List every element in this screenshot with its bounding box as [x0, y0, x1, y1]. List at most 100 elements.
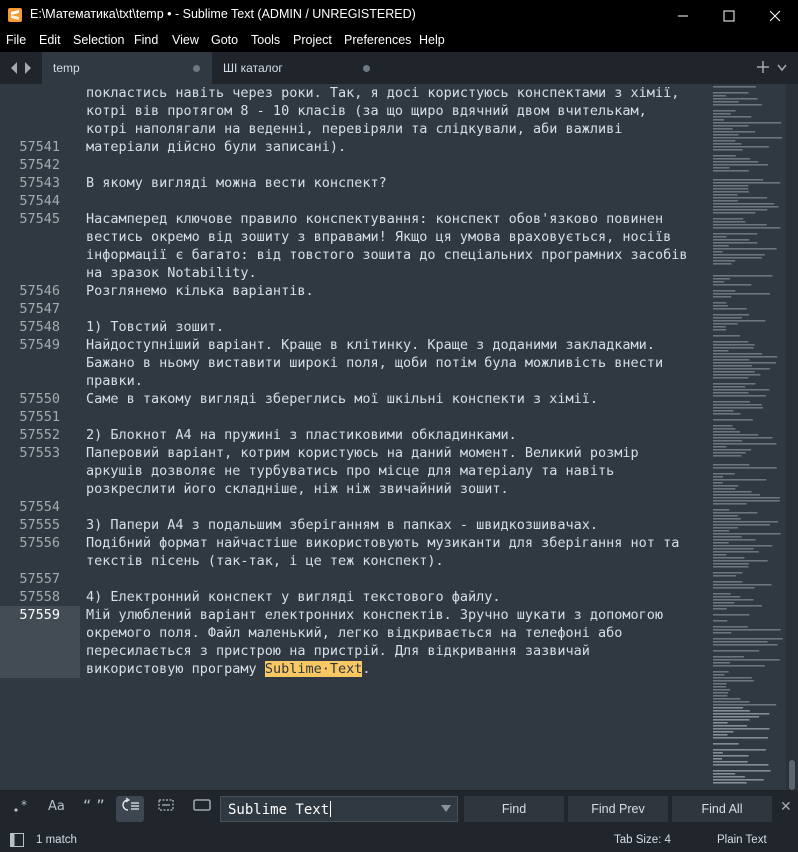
menu-file[interactable]: File: [6, 33, 26, 47]
minimap-line: [713, 377, 749, 379]
minimap-line: [713, 236, 727, 238]
minimap-line: [713, 521, 779, 523]
code-line-text: В якому вигляді можна вести конспект?: [86, 175, 387, 191]
line-number: 57554: [19, 499, 60, 515]
highlight-matches-toggle[interactable]: [188, 796, 216, 822]
tab-shi-katalog[interactable]: ШІ каталог: [212, 52, 382, 84]
code-line-text: покластись навіть через роки. Так, я дос…: [86, 85, 680, 101]
code-line: використовую програму Sublime·Text.: [86, 661, 371, 677]
case-sensitive-toggle[interactable]: Aa: [44, 796, 72, 822]
tab-list-chevron-icon[interactable]: [777, 64, 787, 72]
minimap-line: [713, 113, 731, 115]
code-line: текстів пісень (так-так, і це теж конспе…: [86, 553, 444, 569]
minimap-line: [713, 404, 762, 406]
minimap-line: [713, 518, 741, 520]
minimap-line: [713, 263, 732, 265]
minimap-line: [713, 596, 741, 598]
minimap-line: [713, 407, 763, 409]
menu-tools[interactable]: Tools: [251, 33, 280, 47]
minimap-line: [713, 716, 760, 718]
next-tab-icon[interactable]: [23, 61, 33, 75]
menu-view[interactable]: View: [172, 33, 199, 47]
new-tab-icon[interactable]: [757, 61, 769, 73]
minimap-line: [713, 389, 770, 391]
find-history-dropdown-icon[interactable]: [441, 805, 451, 813]
minimap-line: [713, 557, 745, 559]
editor-area[interactable]: покластись навіть через роки. Так, я дос…: [0, 84, 710, 790]
line-number: 57557: [19, 571, 60, 587]
minimap-line: [713, 95, 726, 97]
minimap-line: [713, 755, 749, 757]
menu-goto[interactable]: Goto: [211, 33, 238, 47]
minimap-line: [713, 632, 732, 634]
menu-edit[interactable]: Edit: [39, 33, 61, 47]
minimap-line: [713, 212, 756, 214]
menu-preferences[interactable]: Preferences: [344, 33, 411, 47]
minimap-line: [713, 359, 750, 361]
minimap[interactable]: [712, 84, 786, 790]
close-window-button[interactable]: [752, 0, 798, 31]
minimap-line: [713, 437, 773, 439]
minimap-line: [713, 350, 729, 352]
minimap-line: [713, 464, 750, 466]
wrap-toggle[interactable]: [116, 796, 144, 822]
code-line: Мій улюблений варіант електронних конспе…: [86, 607, 663, 623]
code-line-text: аркушів дозволяє не турбуватись про місц…: [86, 463, 615, 479]
maximize-icon: [723, 10, 735, 22]
menu-help[interactable]: Help: [419, 33, 445, 47]
minimap-line: [713, 110, 736, 112]
minimap-line: [713, 86, 756, 88]
scrollbar-thumb[interactable]: [789, 760, 795, 790]
quotes-icon: “ ”: [83, 796, 105, 815]
code-line: 2) Блокнот А4 на пружині з пластиковими …: [86, 427, 517, 443]
whole-word-toggle[interactable]: “ ”: [79, 796, 107, 822]
minimap-line: [713, 302, 727, 304]
minimap-line: [713, 482, 723, 484]
regex-toggle[interactable]: *: [8, 796, 36, 822]
menu-project[interactable]: Project: [293, 33, 332, 47]
minimap-line: [713, 575, 737, 577]
minimap-line: [713, 326, 726, 328]
sidebar-toggle-icon[interactable]: [10, 833, 24, 847]
tab-size-selector[interactable]: Tab Size: 4: [614, 834, 671, 846]
line-number: 57541: [19, 139, 60, 155]
menu-selection[interactable]: Selection: [73, 33, 124, 47]
previous-tab-icon[interactable]: [9, 61, 19, 75]
find-prev-button[interactable]: Find Prev: [568, 796, 668, 822]
minimap-line: [713, 695, 728, 697]
minimap-line: [713, 413, 741, 415]
code-line: Подібний формат найчастіше використовуют…: [86, 535, 679, 551]
menu-find[interactable]: Find: [134, 33, 158, 47]
minimap-line: [713, 395, 766, 397]
minimap-line: [713, 773, 736, 775]
line-number: 57549: [19, 337, 60, 353]
minimap-line: [713, 662, 730, 664]
minimap-line: [713, 524, 770, 526]
find-button[interactable]: Find: [464, 796, 564, 822]
minimap-line: [713, 191, 749, 193]
minimap-line: [713, 587, 755, 589]
minimap-line: [713, 440, 743, 442]
syntax-selector[interactable]: Plain Text: [717, 834, 767, 846]
minimap-line: [713, 410, 734, 412]
minimap-line: [713, 341, 749, 343]
find-input[interactable]: Sublime Text: [220, 796, 458, 822]
vertical-scrollbar[interactable]: [786, 84, 798, 790]
minimap-line: [713, 140, 736, 142]
minimap-line: [713, 146, 769, 148]
minimap-line: [713, 251, 723, 253]
minimize-button[interactable]: [660, 0, 706, 31]
unsaved-dot-icon[interactable]: [193, 65, 200, 72]
title-bar: E:\Математика\txt\temp • - Sublime Text …: [0, 0, 798, 31]
minimap-line: [713, 221, 746, 223]
in-selection-toggle[interactable]: [152, 796, 180, 822]
find-all-button[interactable]: Find All: [672, 796, 772, 822]
minimap-line: [713, 707, 744, 709]
maximize-button[interactable]: [706, 0, 752, 31]
minimap-line: [713, 260, 736, 262]
svg-text:*: *: [21, 798, 27, 812]
tab-temp[interactable]: temp: [42, 52, 212, 84]
unsaved-dot-icon[interactable]: [363, 65, 370, 72]
close-find-panel-button[interactable]: ✕: [780, 798, 792, 815]
line-number: 57548: [19, 319, 60, 335]
